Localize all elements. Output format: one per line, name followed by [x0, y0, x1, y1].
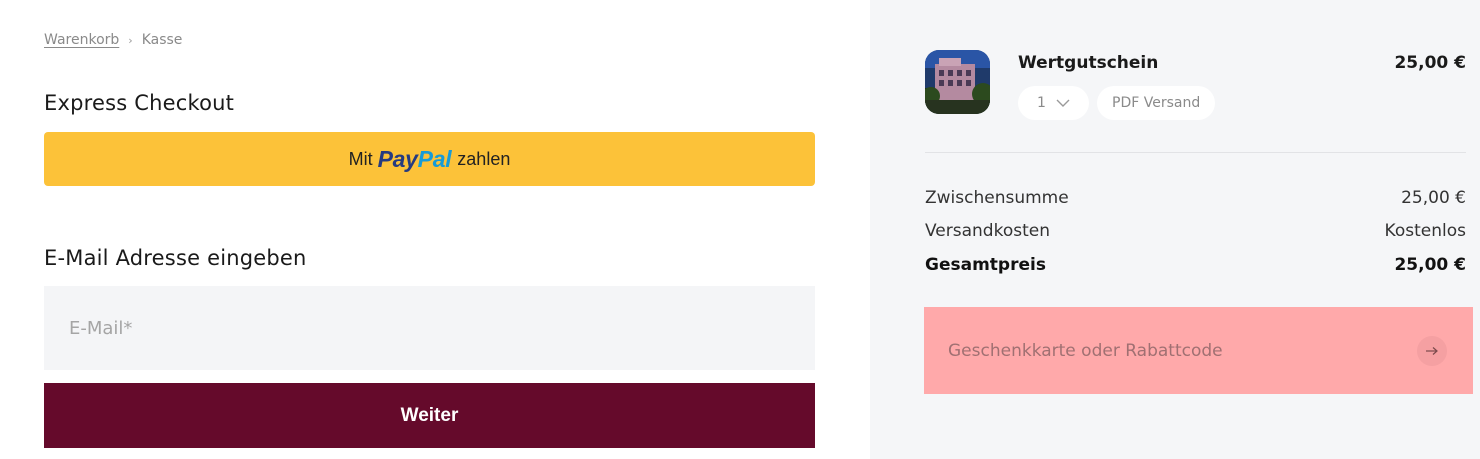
- summary-label: Versandkosten: [925, 221, 1050, 241]
- email-heading: E-Mail Adresse eingeben: [44, 246, 307, 270]
- summary-divider: [925, 152, 1466, 153]
- email-input[interactable]: [44, 286, 815, 370]
- breadcrumb-current: Kasse: [141, 32, 183, 48]
- product-name: Wertgutschein: [1018, 53, 1159, 73]
- summary-value: 25,00 €: [1394, 255, 1466, 275]
- coupon-input[interactable]: [948, 340, 1405, 361]
- quantity-select[interactable]: 1: [1018, 86, 1089, 120]
- checkout-main: Warenkorb › Kasse Express Checkout Mit P…: [0, 0, 870, 459]
- arrow-right-icon[interactable]: [1417, 335, 1447, 366]
- paypal-prefix: Mit: [348, 148, 373, 169]
- summary-label: Gesamtpreis: [925, 255, 1046, 275]
- summary-row-total: Gesamtpreis 25,00 €: [925, 255, 1466, 275]
- breadcrumb: Warenkorb › Kasse: [44, 32, 182, 48]
- quantity-value: 1: [1037, 95, 1046, 111]
- summary-value: 25,00 €: [1401, 188, 1466, 208]
- product-image: [925, 50, 990, 114]
- product-price: 25,00 €: [1394, 53, 1466, 73]
- shipping-method-badge: PDF Versand: [1097, 86, 1216, 120]
- summary-row-subtotal: Zwischensumme 25,00 €: [925, 188, 1466, 208]
- summary-value: Kostenlos: [1384, 221, 1466, 241]
- breadcrumb-separator: ›: [128, 33, 133, 47]
- product-thumbnail: [925, 50, 990, 114]
- summary-label: Zwischensumme: [925, 188, 1069, 208]
- paypal-suffix: zahlen: [457, 148, 511, 169]
- express-checkout-heading: Express Checkout: [44, 91, 235, 115]
- paypal-button[interactable]: Mit PayPal zahlen: [44, 132, 815, 186]
- coupon-field[interactable]: [924, 307, 1473, 394]
- breadcrumb-cart-link[interactable]: Warenkorb: [44, 32, 119, 48]
- continue-button[interactable]: Weiter: [44, 383, 815, 448]
- chevron-down-icon: [1056, 99, 1070, 107]
- summary-row-shipping: Versandkosten Kostenlos: [925, 221, 1466, 241]
- paypal-logo: PayPal: [377, 145, 452, 172]
